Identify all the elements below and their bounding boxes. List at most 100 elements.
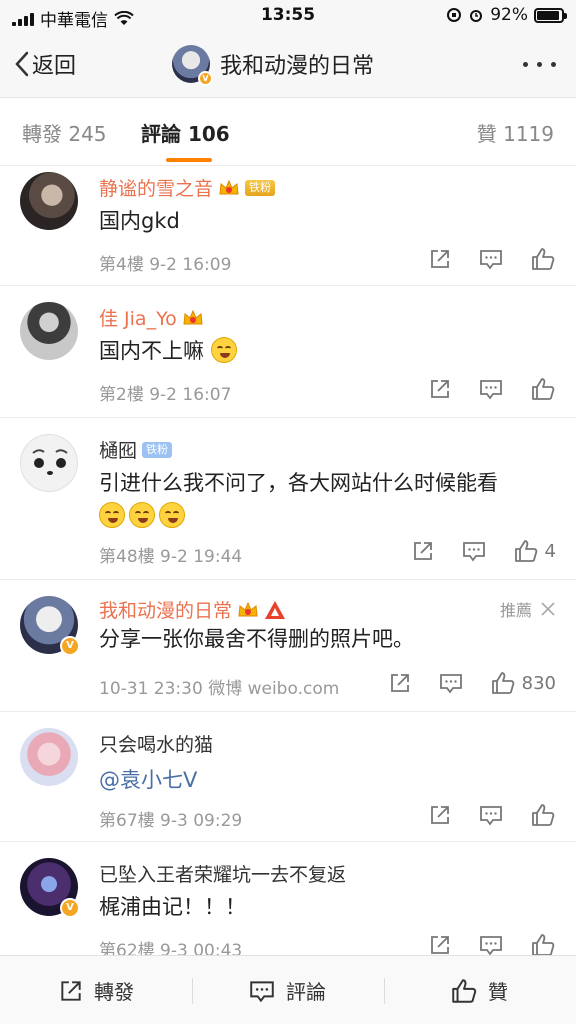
more-menu-icon[interactable]	[523, 62, 556, 67]
comment-button[interactable]: 評論	[248, 976, 326, 1005]
recommended-label: 推薦	[500, 597, 556, 621]
crown-icon	[238, 601, 258, 616]
mention-link[interactable]: @袁小七Ⅴ	[99, 764, 197, 794]
avatar: V	[172, 45, 213, 86]
tab-comment-count: 106	[187, 122, 230, 146]
thumbs-up-icon	[514, 540, 537, 562]
like-button[interactable]: 830	[490, 670, 556, 696]
like-button[interactable]	[530, 376, 556, 402]
comment-author[interactable]: 佳 Jia_Yo	[99, 304, 204, 331]
like-button[interactable]	[530, 246, 556, 272]
avatar[interactable]: V	[20, 596, 80, 656]
comment-meta: 10-31 23:30 微博 weibo.com	[99, 679, 340, 699]
comment-author[interactable]: 我和动漫的日常	[99, 596, 286, 623]
comment-actions: 830	[362, 670, 556, 696]
avatar[interactable]: V	[20, 858, 80, 918]
verified-badge-icon: V	[60, 636, 80, 656]
share-button[interactable]	[388, 671, 412, 695]
share-icon	[413, 542, 432, 560]
share-button[interactable]	[428, 247, 452, 271]
reply-button[interactable]	[478, 803, 504, 827]
comment-label: 評論	[286, 980, 326, 1004]
back-button[interactable]: 返回	[14, 48, 76, 80]
comment-icon	[480, 380, 502, 400]
crown-icon	[219, 179, 239, 194]
comment-author-name: 只会喝水的猫	[99, 734, 214, 756]
battery-percent: 92%	[490, 5, 528, 25]
share-icon	[431, 806, 449, 824]
share-button[interactable]	[428, 377, 452, 401]
repost-button[interactable]: 轉發	[58, 976, 134, 1005]
comment-author-name: 静谧的雪之音	[99, 178, 214, 200]
close-icon[interactable]	[540, 601, 556, 617]
orientation-lock-icon	[447, 8, 462, 22]
like-button[interactable]	[530, 802, 556, 828]
comment-author[interactable]: 已坠入王者荣耀坑一去不复返	[99, 860, 346, 887]
avatar[interactable]	[20, 728, 78, 786]
like-count: 830	[521, 672, 556, 694]
thumbs-up-icon	[532, 248, 555, 270]
comment-meta: 第2樓 9-2 16:07	[99, 385, 232, 405]
comment-actions	[402, 802, 556, 828]
comment-item: V 我和动漫的日常 推薦 分享一张你最舍不得删的照片吧。 10-31 23:30…	[0, 580, 576, 712]
share-icon	[390, 674, 409, 692]
tab-comment-label: 評論	[141, 122, 181, 146]
share-button[interactable]	[428, 803, 452, 827]
comment-meta: 第48樓 9-2 19:44	[99, 547, 243, 567]
reply-button[interactable]	[438, 671, 464, 695]
comment-text-content: 国内不上嘛	[99, 339, 204, 363]
comment-text: 梶浦由记！！！	[99, 895, 246, 919]
reply-button[interactable]	[478, 933, 504, 957]
comment-item: 佳 Jia_Yo 国内不上嘛 第2樓 9-2 16:07	[0, 286, 576, 418]
avatar[interactable]	[20, 434, 78, 492]
avatar[interactable]	[20, 172, 78, 230]
active-tab-indicator	[166, 158, 212, 162]
comment-meta: 第4樓 9-2 16:09	[99, 255, 232, 275]
comment-author-name: 樋囮	[99, 440, 138, 462]
comment-actions: 4	[385, 538, 556, 564]
verified-badge-icon: V	[198, 71, 213, 86]
status-right: 92%	[446, 5, 567, 25]
comment-icon	[480, 806, 502, 826]
reply-button[interactable]	[478, 377, 504, 401]
tab-bar: 轉發 245 評論 106 贊 1119	[0, 98, 576, 166]
laugh-cry-emoji-icon	[99, 502, 125, 528]
comment-author[interactable]: 樋囮 铁粉	[99, 436, 173, 463]
like-count: 4	[544, 540, 556, 562]
thumbs-up-icon	[532, 378, 555, 400]
comment-icon	[439, 674, 462, 694]
back-label: 返回	[32, 54, 77, 79]
thumbs-up-icon	[491, 672, 514, 694]
comment-author[interactable]: 只会喝水的猫	[99, 730, 213, 757]
avatar[interactable]	[20, 302, 78, 360]
comment-icon	[462, 542, 485, 562]
recommended-text: 推薦	[499, 601, 532, 620]
tab-like[interactable]: 贊 1119	[477, 118, 554, 147]
laugh-cry-emoji-icon	[159, 502, 185, 528]
emoji-row	[99, 502, 189, 528]
comment-author[interactable]: 静谧的雪之音 铁粉	[99, 174, 276, 201]
battery-icon	[534, 7, 567, 23]
share-button[interactable]	[411, 539, 435, 563]
comment-text: 引进什么我不问了，各大网站什么时候能看	[99, 471, 498, 495]
reply-button[interactable]	[461, 539, 487, 563]
comment-item: 只会喝水的猫 @袁小七Ⅴ 第67樓 9-3 09:29	[0, 712, 576, 842]
iron-fan-badge: 铁粉	[245, 179, 276, 196]
nav-title[interactable]: V 我和动漫的日常	[172, 45, 375, 86]
repost-label: 轉發	[94, 980, 134, 1004]
comment-icon	[480, 250, 502, 270]
comment-icon	[250, 980, 274, 1002]
verified-badge-icon: V	[60, 898, 80, 918]
divider	[192, 978, 193, 1004]
reply-button[interactable]	[478, 247, 504, 271]
like-button[interactable]: 4	[513, 538, 556, 564]
crown-icon	[183, 309, 203, 324]
share-icon	[431, 250, 449, 268]
share-button[interactable]	[428, 933, 452, 957]
like-button[interactable]: 贊	[450, 976, 508, 1005]
page-title: 我和动漫的日常	[220, 54, 375, 79]
tab-repost-count: 245	[68, 122, 107, 146]
tab-repost[interactable]: 轉發 245	[22, 118, 107, 147]
tab-comment[interactable]: 評論 106	[141, 118, 230, 147]
comment-text: 分享一张你最舍不得删的照片吧。	[99, 627, 414, 651]
